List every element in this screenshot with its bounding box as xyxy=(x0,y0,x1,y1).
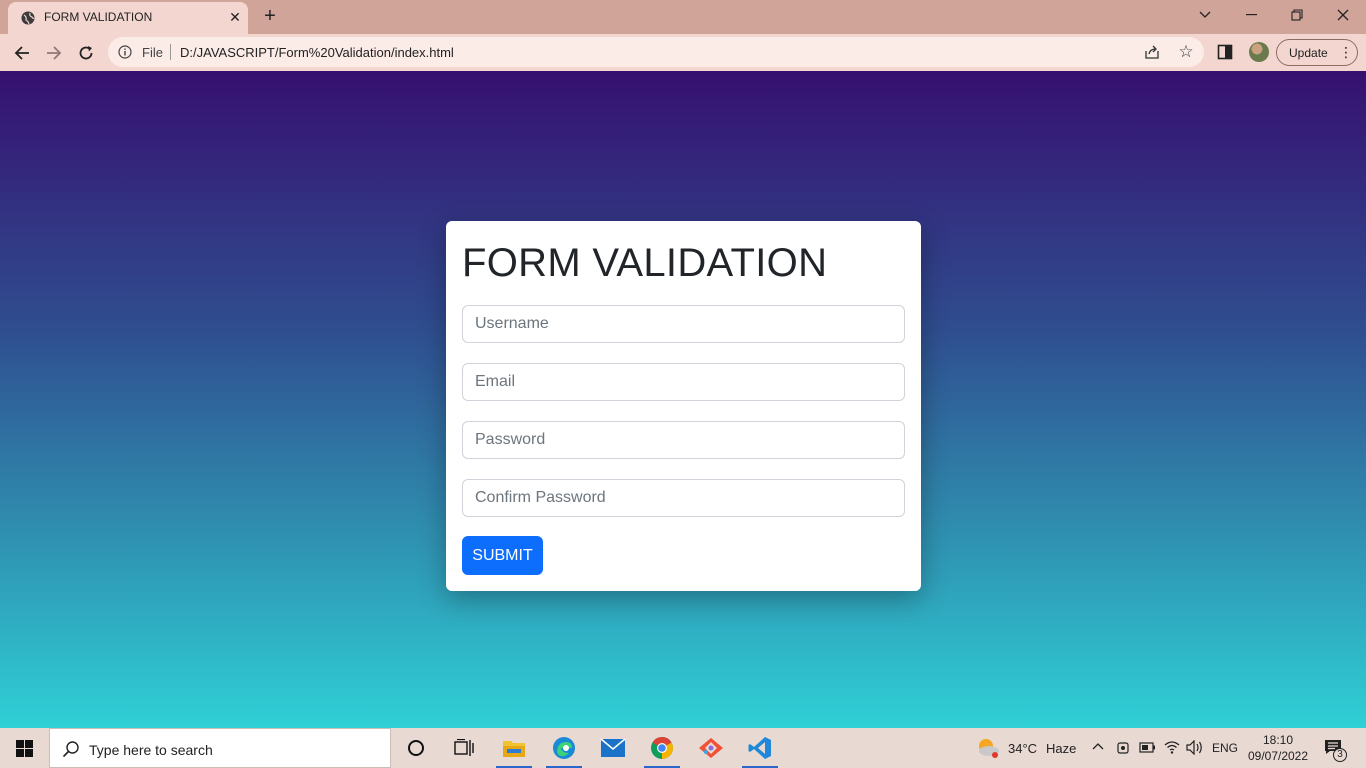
forward-icon[interactable] xyxy=(40,39,68,67)
wifi-icon[interactable] xyxy=(1164,740,1180,754)
browser-tab-strip: FORM VALIDATION ✕ + xyxy=(0,0,1366,34)
search-icon xyxy=(62,741,79,758)
edge-browser-icon[interactable] xyxy=(544,728,584,768)
page-background: FORM VALIDATION SUBMIT xyxy=(0,71,1366,728)
tab-search-icon[interactable] xyxy=(1182,0,1228,30)
profile-avatar[interactable] xyxy=(1249,42,1269,62)
update-button[interactable]: Update ⋮ xyxy=(1276,39,1358,66)
start-button[interactable] xyxy=(0,728,48,768)
site-info-icon[interactable] xyxy=(118,45,132,59)
chevron-up-icon[interactable] xyxy=(1092,742,1104,750)
form-card: FORM VALIDATION SUBMIT xyxy=(446,221,921,591)
task-view-icon[interactable] xyxy=(444,728,484,768)
minimize-icon[interactable] xyxy=(1228,0,1274,30)
clock-date: 09/07/2022 xyxy=(1247,749,1309,763)
clock-time: 18:10 xyxy=(1262,733,1294,747)
back-icon[interactable] xyxy=(8,39,36,67)
taskbar-search-box[interactable]: Type here to search xyxy=(49,728,391,768)
reload-icon[interactable] xyxy=(72,39,100,67)
share-icon[interactable] xyxy=(1144,44,1160,60)
update-label: Update xyxy=(1289,46,1328,60)
git-app-icon[interactable] xyxy=(691,728,731,768)
new-tab-button[interactable]: + xyxy=(258,5,282,29)
username-input[interactable] xyxy=(462,305,905,343)
volume-icon[interactable] xyxy=(1186,740,1204,755)
battery-icon[interactable] xyxy=(1139,742,1156,753)
file-explorer-icon[interactable] xyxy=(494,728,534,768)
password-input[interactable] xyxy=(462,421,905,459)
browser-toolbar: File D:/JAVASCRIPT/Form%20Validation/ind… xyxy=(0,34,1366,71)
clock[interactable]: 18:10 09/07/2022 xyxy=(1243,732,1313,764)
windows-logo-icon xyxy=(15,739,33,757)
menu-dots-icon: ⋮ xyxy=(1339,44,1353,60)
mail-icon[interactable] xyxy=(593,728,633,768)
address-bar[interactable]: File D:/JAVASCRIPT/Form%20Validation/ind… xyxy=(108,37,1204,67)
weather-temperature[interactable]: 34°C xyxy=(1008,741,1037,756)
url-scheme-label: File xyxy=(142,45,163,60)
close-tab-icon[interactable]: ✕ xyxy=(226,8,244,26)
submit-button[interactable]: SUBMIT xyxy=(462,536,543,575)
weather-icon[interactable] xyxy=(976,737,1000,759)
chrome-icon[interactable] xyxy=(642,728,682,768)
address-separator xyxy=(170,44,171,60)
bookmark-star-icon[interactable]: ☆ xyxy=(1176,42,1196,62)
close-window-icon[interactable] xyxy=(1320,0,1366,30)
globe-icon xyxy=(21,11,35,25)
taskbar-search-placeholder: Type here to search xyxy=(89,742,213,758)
notification-count-badge: 3 xyxy=(1333,748,1347,762)
restore-icon[interactable] xyxy=(1274,0,1320,30)
browser-tab[interactable]: FORM VALIDATION ✕ xyxy=(8,2,248,34)
language-indicator[interactable]: ENG xyxy=(1212,741,1238,755)
tab-title: FORM VALIDATION xyxy=(44,10,153,24)
confirm-password-input[interactable] xyxy=(462,479,905,517)
windows-taskbar: Type here to search 34°C Haze ENG 18:10 … xyxy=(0,728,1366,768)
weather-description[interactable]: Haze xyxy=(1046,741,1076,756)
side-panel-icon[interactable] xyxy=(1217,44,1233,60)
email-input[interactable] xyxy=(462,363,905,401)
cortana-icon[interactable] xyxy=(396,728,436,768)
url-text[interactable]: D:/JAVASCRIPT/Form%20Validation/index.ht… xyxy=(180,45,454,60)
form-title: FORM VALIDATION xyxy=(462,241,828,285)
vscode-icon[interactable] xyxy=(740,728,780,768)
meet-now-icon[interactable] xyxy=(1116,740,1130,756)
